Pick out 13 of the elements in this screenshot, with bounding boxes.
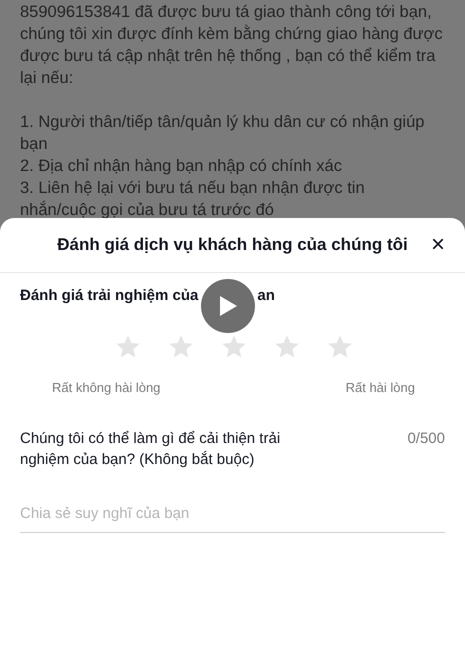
play-icon <box>218 295 238 317</box>
sheet-title: Đánh giá dịch vụ khách hàng của chúng tôi <box>57 234 408 256</box>
feedback-question: Chúng tôi có thể làm gì để cải thiện trải nghiệm của bạn? (Không bắt buộc) <box>20 428 282 470</box>
close-button[interactable]: × <box>430 231 445 259</box>
message-paragraph: 859096153841 đã được bưu tá giao thành công tới bạn, chúng tôi xin được đính kèm bằng chứng giao hàng được được bưu tá cập nhật trên hệ thống , bạn có thể kiểm tra lại nếu: <box>20 2 444 89</box>
feedback-field[interactable]: Chia sẻ suy nghĩ của bạn <box>20 494 445 532</box>
message-list-item: 2. Địa chỉ nhận hàng bạn nhập có chính xác <box>20 156 343 177</box>
character-counter: 0/500 <box>407 428 445 448</box>
rating-label: Đánh giá trải nghiệm của <box>20 286 198 306</box>
low-rating-label: Rất không hài lòng <box>52 379 160 397</box>
message-list-item: 1. Người thân/tiếp tân/quản lý khu dân cư có nhận giúp bạn <box>20 112 426 155</box>
rating-label-fragment: an <box>257 286 275 306</box>
high-rating-label: Rất hài lòng <box>346 379 415 397</box>
